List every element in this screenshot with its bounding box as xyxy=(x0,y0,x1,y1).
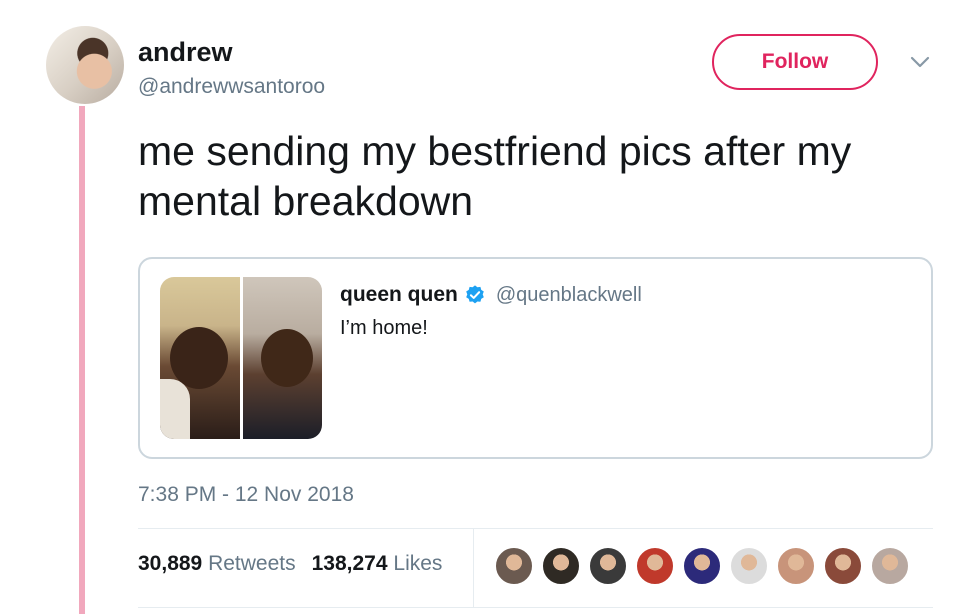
liker-avatars xyxy=(494,546,910,586)
tweet-text: me sending my bestfriend pics after my m… xyxy=(138,128,852,224)
quoted-author-handle[interactable]: @quenblackwell xyxy=(496,284,642,307)
tweet-stats: 30,889 Retweets 138,274 Likes xyxy=(138,552,442,576)
quoted-photo-left[interactable] xyxy=(160,277,240,439)
likes-count: 138,274 xyxy=(311,552,388,575)
retweets-count: 30,889 xyxy=(138,552,203,575)
divider-bottom xyxy=(138,607,933,608)
verified-badge-icon xyxy=(466,285,484,304)
author-name[interactable]: andrew xyxy=(138,37,233,68)
retweets-label: Retweets xyxy=(208,552,296,575)
author-handle[interactable]: @andrewwsantoroo xyxy=(138,75,325,99)
liker-avatar[interactable] xyxy=(776,546,816,586)
quoted-photo-right[interactable] xyxy=(242,277,322,439)
liker-avatar[interactable] xyxy=(494,546,534,586)
quoted-tweet-media[interactable] xyxy=(160,277,322,439)
face-shape xyxy=(170,327,228,389)
liker-avatar[interactable] xyxy=(541,546,581,586)
liker-avatar[interactable] xyxy=(588,546,628,586)
crescent-moon-icon xyxy=(244,34,270,59)
avatar[interactable] xyxy=(46,26,124,104)
likes-stat[interactable]: 138,274 Likes xyxy=(312,552,443,576)
face-shape xyxy=(260,329,313,387)
liker-avatar[interactable] xyxy=(682,546,722,586)
likes-label: Likes xyxy=(393,552,443,575)
liker-avatar[interactable] xyxy=(635,546,675,586)
quoted-tweet-text: I’m home! xyxy=(340,317,428,339)
chevron-down-icon[interactable] xyxy=(908,54,932,70)
liker-avatar[interactable] xyxy=(870,546,910,586)
tweet-author: andrew @andrewwsantoroo xyxy=(138,34,325,99)
follow-button[interactable]: Follow xyxy=(712,34,878,90)
divider-top xyxy=(138,528,933,529)
liker-avatar[interactable] xyxy=(823,546,863,586)
quoted-author: queen quen @quenblackwell xyxy=(340,283,642,307)
pillow-shape xyxy=(160,379,190,439)
stats-separator xyxy=(473,528,474,608)
thread-line xyxy=(79,106,85,614)
quoted-tweet[interactable]: queen quen @quenblackwell I’m home! xyxy=(138,257,933,459)
retweets-stat[interactable]: 30,889 Retweets xyxy=(138,552,296,576)
tweet-timestamp[interactable]: 7:38 PM - 12 Nov 2018 xyxy=(138,483,354,507)
liker-avatar[interactable] xyxy=(729,546,769,586)
quoted-author-name[interactable]: queen quen xyxy=(340,283,458,307)
